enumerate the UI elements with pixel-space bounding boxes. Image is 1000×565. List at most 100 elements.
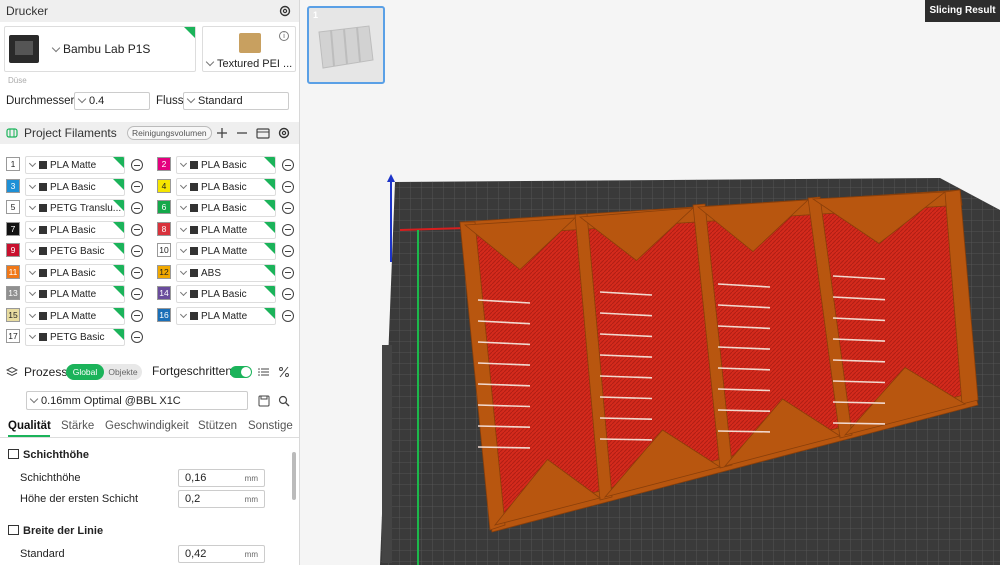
filament-slot-number[interactable]: 9 xyxy=(6,243,20,257)
filament-select[interactable]: PLA Matte xyxy=(176,242,276,260)
remove-filament-icon[interactable] xyxy=(282,223,294,236)
filament-slot-number[interactable]: 14 xyxy=(157,286,171,300)
remove-filament-icon[interactable] xyxy=(131,202,143,214)
filament-slot-number[interactable]: 13 xyxy=(6,286,20,300)
filament-select[interactable]: PLA Matte xyxy=(25,156,125,174)
gear-icon[interactable] xyxy=(278,4,292,18)
filament-select[interactable]: PLA Basic xyxy=(176,156,276,174)
toggle-global[interactable]: Global xyxy=(66,364,104,380)
filament-slot-number[interactable]: 5 xyxy=(6,200,20,214)
printer-selector[interactable]: Bambu Lab P1S xyxy=(4,26,196,72)
first-layer-height-input[interactable]: 0,2 mm xyxy=(178,490,265,508)
add-icon[interactable] xyxy=(216,127,228,139)
filament-select[interactable]: PLA Basic xyxy=(176,199,276,217)
list-icon[interactable] xyxy=(258,366,270,378)
filament-select[interactable]: PLA Matte xyxy=(176,306,276,325)
group-layer-height-title: Schichthöhe xyxy=(23,449,90,461)
sync-ams-icon[interactable] xyxy=(256,126,270,140)
remove-filament-icon[interactable] xyxy=(131,331,143,343)
remove-filament-icon[interactable] xyxy=(131,180,143,193)
slicing-result-button[interactable]: Slicing Result xyxy=(925,0,1000,22)
filament-item: 6 PLA Basic xyxy=(157,199,297,217)
build-plate-scene[interactable] xyxy=(300,0,1000,565)
filament-select[interactable]: PLA Matte xyxy=(25,285,125,303)
filament-select[interactable]: PLA Matte xyxy=(176,220,276,239)
filament-type-icon xyxy=(39,311,47,320)
tab-others[interactable]: Sonstige xyxy=(248,420,293,432)
scope-toggle[interactable]: Global Objekte xyxy=(66,364,142,380)
tab-speed[interactable]: Geschwindigkeit xyxy=(105,420,189,432)
gear-icon[interactable] xyxy=(277,126,291,140)
plate-thumbnail[interactable]: 1 xyxy=(307,6,385,84)
filament-slot-number[interactable]: 15 xyxy=(6,307,20,322)
group-line-width: Breite der Linie xyxy=(8,525,103,537)
remove-filament-icon[interactable] xyxy=(131,223,143,236)
percent-icon[interactable] xyxy=(278,366,290,378)
filament-select[interactable]: PLA Matte xyxy=(25,306,125,325)
filament-slot-number[interactable]: 10 xyxy=(157,243,171,257)
remove-filament-icon[interactable] xyxy=(131,245,143,257)
save-icon[interactable] xyxy=(258,395,270,407)
filament-select[interactable]: PETG Basic xyxy=(25,242,125,260)
filament-item: 3 PLA Basic xyxy=(6,177,146,196)
fin-highlight xyxy=(832,422,886,425)
filament-select[interactable]: ABS xyxy=(176,263,276,282)
filament-slot-number[interactable]: 7 xyxy=(6,221,20,236)
remove-filament-icon[interactable] xyxy=(131,288,143,300)
filament-name: PLA Matte xyxy=(201,224,248,236)
settings-scrollbar[interactable] xyxy=(292,452,296,500)
line-width-input[interactable]: 0,42 mm xyxy=(178,545,265,563)
filament-slot-number[interactable]: 17 xyxy=(6,329,20,343)
filament-item: 16 PLA Matte xyxy=(157,306,297,325)
diameter-select[interactable]: 0.4 xyxy=(74,92,150,110)
filament-section-title: Project Filaments xyxy=(24,126,117,140)
search-icon[interactable] xyxy=(278,395,290,407)
toggle-objects[interactable]: Objekte xyxy=(104,364,142,380)
filament-select[interactable]: PLA Basic xyxy=(25,177,125,196)
filament-slot-number[interactable]: 6 xyxy=(157,200,171,214)
filament-slot-number[interactable]: 2 xyxy=(157,157,171,171)
remove-filament-icon[interactable] xyxy=(282,309,294,322)
purge-volume-button[interactable]: Reinigungsvolumen xyxy=(127,126,212,140)
tab-support[interactable]: Stützen xyxy=(198,420,237,432)
remove-filament-icon[interactable] xyxy=(282,288,294,300)
remove-filament-icon[interactable] xyxy=(282,202,294,214)
filament-slot-number[interactable]: 4 xyxy=(157,178,171,193)
filament-slot-number[interactable]: 12 xyxy=(157,264,171,279)
filament-name: PLA Matte xyxy=(50,160,97,171)
tab-quality[interactable]: Qualität xyxy=(8,420,51,432)
layer-height-input[interactable]: 0,16 mm xyxy=(178,469,265,487)
filament-name: PETG Translu... xyxy=(50,203,122,214)
filament-name: PLA Basic xyxy=(50,267,96,279)
filament-select[interactable]: PETG Translu... xyxy=(25,199,125,217)
remove-filament-icon[interactable] xyxy=(282,245,294,257)
remove-filament-icon[interactable] xyxy=(282,266,294,279)
remove-filament-icon[interactable] xyxy=(131,159,143,171)
remove-filament-icon[interactable] xyxy=(282,180,294,193)
remove-filament-icon[interactable] xyxy=(131,309,143,322)
info-icon[interactable]: i xyxy=(279,31,289,41)
filament-select[interactable]: PLA Basic xyxy=(176,177,276,196)
filament-slot-number[interactable]: 3 xyxy=(6,178,20,193)
filament-select[interactable]: PLA Basic xyxy=(25,220,125,239)
filament-select[interactable]: PETG Basic xyxy=(25,328,125,346)
remove-filament-icon[interactable] xyxy=(282,159,294,171)
printer-name: Bambu Lab P1S xyxy=(63,42,151,56)
sync-indicator xyxy=(264,200,275,211)
filament-slot-number[interactable]: 8 xyxy=(157,221,171,236)
advanced-switch[interactable] xyxy=(230,366,252,378)
tab-strength[interactable]: Stärke xyxy=(61,420,94,432)
filament-select[interactable]: PLA Basic xyxy=(25,263,125,282)
3d-viewport[interactable]: 1 Slicing Result xyxy=(300,0,1000,565)
filament-slot-number[interactable]: 11 xyxy=(6,264,20,279)
remove-filament-icon[interactable] xyxy=(131,266,143,279)
filament-name: PLA Basic xyxy=(201,289,247,300)
plate-selector[interactable]: i Textured PEI ... xyxy=(202,26,296,72)
flow-select[interactable]: Standard xyxy=(183,92,289,110)
filament-select[interactable]: PLA Basic xyxy=(176,285,276,303)
filament-type-icon xyxy=(190,268,198,277)
filament-slot-number[interactable]: 16 xyxy=(157,307,171,322)
filament-slot-number[interactable]: 1 xyxy=(6,157,20,171)
remove-icon[interactable] xyxy=(236,127,248,139)
process-profile-select[interactable]: 0.16mm Optimal @BBL X1C xyxy=(26,391,248,410)
